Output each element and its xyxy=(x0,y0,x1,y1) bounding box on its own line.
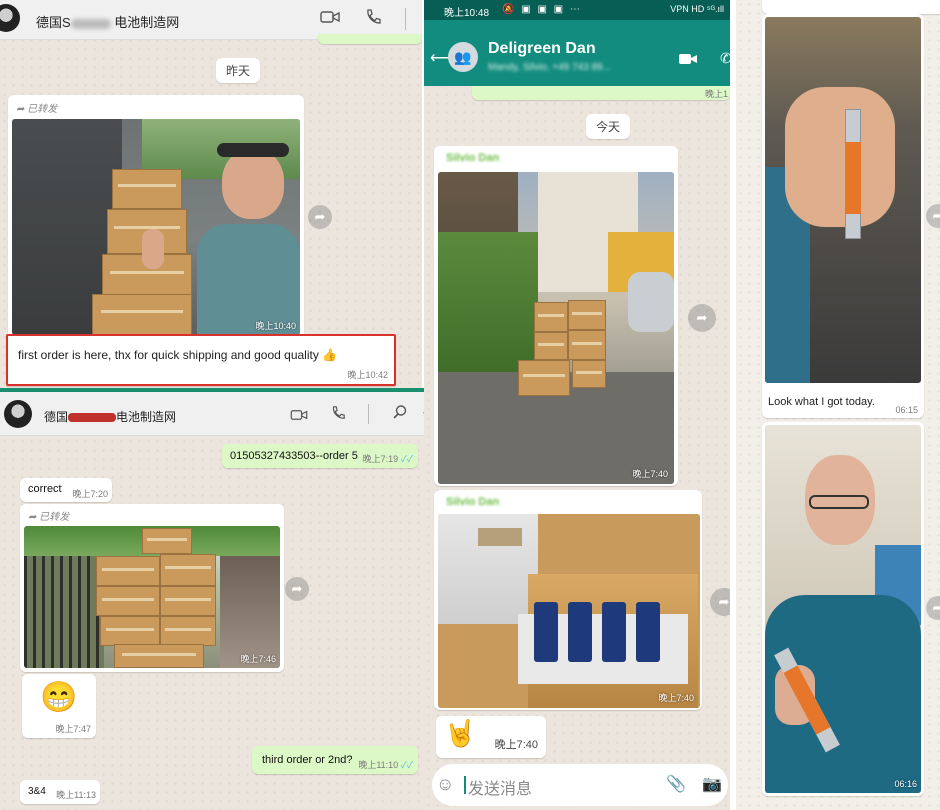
photo-timestamp: 晚上7:40 xyxy=(658,693,694,703)
message-text: first order is here, thx for quick shipp… xyxy=(18,348,338,362)
photo-boxes-alley[interactable]: 晚上7:40 xyxy=(438,172,674,484)
chat-panel-bottom-left: 德国电池制造网 ⋯ 01505327433503--order 5 晚上7:19… xyxy=(0,392,434,810)
outgoing-message-2: third order or 2nd? 晚上11:10 ✓✓ xyxy=(252,746,418,774)
share-icon[interactable]: ➦ xyxy=(308,205,332,229)
photo-timestamp: 晚上10:40 xyxy=(255,321,296,331)
status-notification-icons: 🔕 ▣ ▣ ▣ ⋯ xyxy=(502,4,582,15)
title-suffix-2: 电池制造网 xyxy=(116,410,177,424)
photo-message-busbar: Look what I got today. 06:15 xyxy=(762,14,924,418)
contact-avatar-2[interactable] xyxy=(4,400,32,428)
chat-header-2: 德国电池制造网 ⋯ xyxy=(0,392,434,436)
sender-name: Silvio Dan xyxy=(446,496,500,508)
video-call-icon[interactable] xyxy=(320,10,340,27)
attach-icon[interactable]: 📎 xyxy=(666,774,686,794)
prev-message-stub xyxy=(762,0,940,14)
message-timestamp: 晚上10:42 xyxy=(347,370,388,380)
photo-timestamp: 晚上7:40 xyxy=(632,469,668,479)
emoji-message: 😁 晚上7:47 xyxy=(22,674,96,738)
group-photo-message-2: Silvio Dan 晚上7:40 xyxy=(434,490,702,710)
chat-panel-right: Look what I got today. 06:15 ➦ 06:16 ➦ xyxy=(736,0,940,810)
message-timestamp: 晚上1 xyxy=(704,89,728,99)
status-bar: 晚上10:48 🔕 ▣ ▣ ▣ ⋯ VPN HD ⁵ᴳ.ıll xyxy=(424,0,730,20)
chat-panel-top-left: 德国S 电池制造网 昨天 ➦ 已转发 晚上10:40 ➦ first order… xyxy=(0,0,422,390)
header-divider-2 xyxy=(368,404,369,424)
chat-title-2[interactable]: 德国 电池制造网 xyxy=(44,408,176,425)
message-timestamp: 晚上7:47 xyxy=(55,724,91,734)
title-suffix: 电池制造网 xyxy=(110,15,180,30)
mobile-chat-panel: 晚上10:48 🔕 ▣ ▣ ▣ ⋯ VPN HD ⁵ᴳ.ıll ⟵ 👥 Deli… xyxy=(424,0,730,810)
voice-call-icon-2[interactable] xyxy=(330,405,346,424)
mobile-chat-header: ⟵ 👥 Deligreen Dan Mandy, Silvio, +49 743… xyxy=(424,20,730,86)
compose-bar: ☺ 发送消息 📎 📷 xyxy=(432,764,728,806)
status-signal-icons: VPN HD ⁵ᴳ.ıll xyxy=(670,4,724,14)
video-call-icon-2[interactable] xyxy=(290,408,308,424)
contact-avatar[interactable] xyxy=(0,4,20,32)
message-text: third order or 2nd? xyxy=(262,754,353,766)
message-timestamp: 晚上11:10 ✓✓ xyxy=(358,760,413,770)
message-timestamp: 晚上11:13 xyxy=(56,790,96,800)
share-icon-6[interactable]: ➦ xyxy=(926,596,940,620)
video-message: 06:16 xyxy=(762,422,924,796)
share-icon-4[interactable]: ➦ xyxy=(710,588,730,616)
forwarded-photo-message-2: ➦ 已转发 晚上7:46 xyxy=(20,504,284,672)
share-icon-2[interactable]: ➦ xyxy=(285,577,309,601)
blurred-name xyxy=(70,18,111,29)
redacted-name xyxy=(68,413,117,423)
sender-name: Silvio Dan xyxy=(446,152,500,164)
message-timestamp: 晚上7:20 xyxy=(72,489,108,499)
group-photo-message-1: Silvio Dan 晚上7:40 xyxy=(434,146,678,486)
photo-hand-busbar[interactable] xyxy=(765,17,921,383)
video-call-icon-3[interactable] xyxy=(678,52,698,69)
chat-title[interactable]: 德国S 电池制造网 xyxy=(36,12,179,31)
photo-timestamp: 晚上7:46 xyxy=(240,654,276,664)
message-timestamp: 晚上7:40 xyxy=(494,739,538,751)
share-icon-3[interactable]: ➦ xyxy=(688,304,716,332)
text-cursor xyxy=(464,776,466,794)
status-time: 晚上10:48 xyxy=(444,8,490,19)
emoji-picker-icon[interactable]: ☺ xyxy=(436,774,454,795)
grinning-face-icon: 😁 xyxy=(40,681,78,714)
outgoing-message: 01505327433503--order 5 晚上7:19 ✓✓ xyxy=(222,444,418,468)
message-timestamp: 06:15 xyxy=(895,405,918,415)
incoming-message-2: 3&4 晚上11:13 xyxy=(20,780,100,804)
video-timestamp: 06:16 xyxy=(894,779,917,789)
forwarded-label: ➦ 已转发 xyxy=(28,512,70,523)
title-prefix-2: 德国 xyxy=(44,410,69,424)
message-input[interactable]: 发送消息 xyxy=(468,775,532,799)
highlighted-text-message: first order is here, thx for quick shipp… xyxy=(6,334,396,386)
contact-members: Mandy, Silvio, +49 743 89... xyxy=(488,62,611,73)
group-avatar[interactable]: 👥 xyxy=(448,42,478,72)
camera-icon[interactable]: 📷 xyxy=(702,774,722,794)
message-text: Look what I got today. xyxy=(768,396,875,408)
date-chip: 昨天 xyxy=(216,58,261,83)
rock-hand-icon: 🤘 xyxy=(444,718,477,748)
emoji-message-2: 🤘 晚上7:40 xyxy=(436,716,546,758)
voice-call-icon[interactable] xyxy=(364,8,382,29)
forwarded-photo-message: ➦ 已转发 晚上10:40 xyxy=(8,95,304,340)
forwarded-label: ➦ 已转发 xyxy=(16,104,58,115)
photo-man-with-boxes[interactable]: 晚上10:40 xyxy=(12,119,300,335)
message-timestamp: 晚上7:19 ✓✓ xyxy=(362,454,413,464)
search-icon[interactable] xyxy=(392,404,408,423)
contact-name[interactable]: Deligreen Dan xyxy=(488,40,596,58)
voice-call-icon-3[interactable]: ✆ xyxy=(720,50,730,67)
photo-battery-cells[interactable]: 晚上7:40 xyxy=(438,514,700,708)
incoming-message: correct 晚上7:20 xyxy=(20,478,112,502)
message-text: 01505327433503--order 5 xyxy=(230,450,358,462)
date-chip: 今天 xyxy=(586,114,631,139)
message-text: correct xyxy=(28,483,62,495)
share-icon-5[interactable]: ➦ xyxy=(926,204,940,228)
thumbs-up-icon: 👍 xyxy=(322,348,338,362)
prev-message-stub xyxy=(318,34,422,44)
photo-boxes-outdoor[interactable]: 晚上7:46 xyxy=(24,526,280,668)
header-divider xyxy=(405,8,406,30)
title-prefix: 德国S xyxy=(36,15,71,30)
video-man-holding-busbar[interactable]: 06:16 xyxy=(765,425,921,793)
message-text: 3&4 xyxy=(28,786,46,797)
prev-message-stub: 晚上1 xyxy=(472,86,730,100)
